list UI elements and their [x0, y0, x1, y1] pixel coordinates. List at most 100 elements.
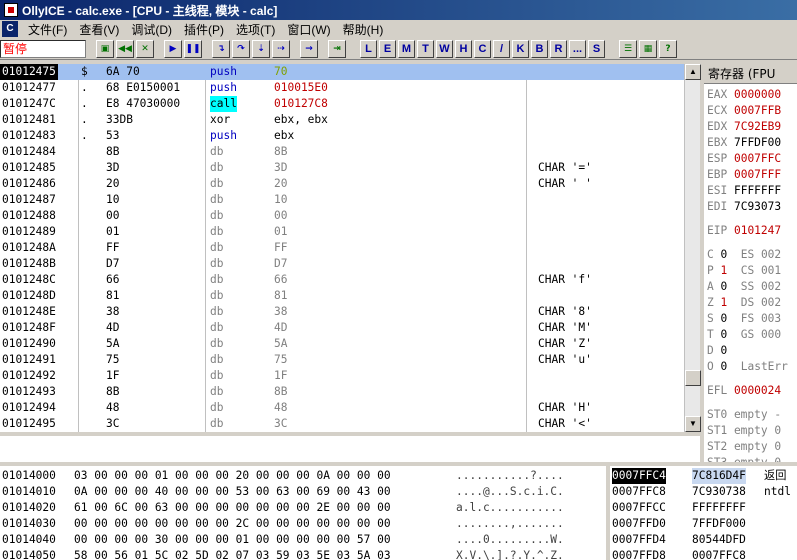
trace-into-icon[interactable]: ⇣ [252, 39, 270, 58]
disasm-row[interactable]: 01012475 $6A 70 push 70 [0, 64, 684, 80]
grid-icon[interactable]: ▦ [639, 39, 657, 58]
disasm-row[interactable]: 01012483. 53 push ebx [0, 128, 684, 144]
disasm-row[interactable]: 01012484 8B db 8B [0, 144, 684, 160]
dump-row[interactable]: 01014030 00 00 00 00 00 00 00 00 2C 00 00… [0, 516, 606, 532]
restart-icon[interactable]: ◀◀ [116, 39, 134, 58]
disasm-row[interactable]: 01012487 10 db 10 [0, 192, 684, 208]
dump-row[interactable]: 01014020 61 00 6C 00 63 00 00 00 00 00 00… [0, 500, 606, 516]
run-icon[interactable]: ▶ [164, 39, 182, 58]
disasm-row[interactable]: 01012488 00 db 00 [0, 208, 684, 224]
disasm-row[interactable]: 01012495 3C db 3C CHAR '<' [0, 416, 684, 432]
flag-row[interactable]: Z 1 DS 002 [707, 295, 781, 311]
register-row[interactable]: EIP 0101247 [707, 223, 781, 239]
step-into-icon[interactable]: ↴ [212, 39, 230, 58]
disassembly-pane[interactable]: 01012475 $6A 70 push 70 01012477. 68 E0150001… [0, 64, 684, 432]
stack-row[interactable]: 0007FFC4 7C816D4F 返回 [610, 468, 797, 484]
fpu-register-row[interactable]: ST2 empty 0 [707, 439, 781, 455]
step-over-icon[interactable]: ↷ [232, 39, 250, 58]
flag-row[interactable]: C 0 ES 002 [707, 247, 781, 263]
toolbar-cpu-button[interactable]: C [474, 39, 491, 58]
flag-row[interactable]: D 0 [707, 343, 741, 359]
dump-row[interactable]: 01014040 00 00 00 00 30 00 00 00 01 00 00… [0, 532, 606, 548]
flag-row[interactable]: A 0 SS 002 [707, 279, 781, 295]
toolbar-breakpoints-button[interactable]: B [531, 39, 548, 58]
toolbar-threads-button[interactable]: T [417, 39, 434, 58]
disasm-row[interactable]: 0101247C. E8 47030000 call 010127C8 [0, 96, 684, 112]
memory-dump-pane[interactable]: 01014000 03 00 00 00 01 00 00 00 20 00 00… [0, 466, 606, 560]
dump-row[interactable]: 01014050 58 00 56 01 5C 02 5D 02 07 03 59… [0, 548, 606, 560]
flag-row[interactable]: S 0 FS 003 [707, 311, 781, 327]
execute-till-return-icon[interactable]: → [300, 39, 318, 58]
disasm-row[interactable]: 01012481. 33DB xor ebx, ebx [0, 112, 684, 128]
scroll-down-icon[interactable]: ▼ [685, 416, 701, 432]
stack-row[interactable]: 0007FFD0 7FFDF000 [610, 516, 797, 532]
disasm-row[interactable]: 01012493 8B db 8B [0, 384, 684, 400]
toolbar-runtrace-button[interactable]: ... [569, 39, 586, 58]
disasm-row[interactable]: 0101248D 81 db 81 [0, 288, 684, 304]
register-row[interactable]: ESP 0007FFC [707, 151, 781, 167]
stack-row[interactable]: 0007FFC8 7C930738 ntdl [610, 484, 797, 500]
disasm-row[interactable]: 01012494 48 db 48 CHAR 'H' [0, 400, 684, 416]
stack-pane[interactable]: 0007FFC4 7C816D4F 返回 0007FFC8 7C930738 ntdl 00… [610, 466, 797, 560]
menu-options[interactable]: 选项(T) [230, 21, 281, 38]
toolbar-handles-button[interactable]: H [455, 39, 472, 58]
system-menu-icon[interactable]: C [2, 21, 18, 37]
flag-row[interactable]: P 1 CS 001 [707, 263, 781, 279]
fpu-register-row[interactable]: ST3 empty 0 [707, 455, 781, 462]
scroll-thumb[interactable] [685, 370, 701, 386]
trace-over-icon[interactable]: ⇢ [272, 39, 290, 58]
registers-pane[interactable]: 寄存器 (FPU EAX 0000000 ECX 0007FFB EDX 7C92E… [704, 64, 797, 462]
close-process-icon[interactable]: ✕ [136, 39, 154, 58]
toolbar-callstack-button[interactable]: K [512, 39, 529, 58]
disasm-row[interactable]: 01012477. 68 E0150001 push 010015E0 [0, 80, 684, 96]
fpu-register-row[interactable]: ST1 empty 0 [707, 423, 781, 439]
menu-help[interactable]: 帮助(H) [337, 21, 390, 38]
register-row[interactable]: EBX 7FFDF00 [707, 135, 781, 151]
toolbar-windows-button[interactable]: W [436, 39, 453, 58]
menu-debug[interactable]: 调试(D) [125, 21, 178, 38]
disasm-row[interactable]: 01012485 3D db 3D CHAR '=' [0, 160, 684, 176]
flag-row[interactable]: O 0 LastErr [707, 359, 788, 375]
menu-plugins[interactable]: 插件(P) [178, 21, 230, 38]
dump-row[interactable]: 01014000 03 00 00 00 01 00 00 00 20 00 00… [0, 468, 606, 484]
scroll-up-icon[interactable]: ▲ [685, 64, 701, 80]
disasm-row[interactable]: 01012491 75 db 75 CHAR 'u' [0, 352, 684, 368]
disasm-row[interactable]: 0101248F 4D db 4D CHAR 'M' [0, 320, 684, 336]
disasm-row[interactable]: 01012489 01 db 01 [0, 224, 684, 240]
flag-row[interactable]: T 0 GS 000 [707, 327, 781, 343]
menu-view[interactable]: 查看(V) [73, 21, 125, 38]
stack-row[interactable]: 0007FFD8 0007FFC8 [610, 548, 797, 560]
toolbar-patches-button[interactable]: / [493, 39, 510, 58]
toolbar-modules-button[interactable]: E [379, 39, 396, 58]
pause-icon[interactable]: ❚❚ [184, 39, 202, 58]
register-row[interactable]: EBP 0007FFF [707, 167, 781, 183]
stack-row[interactable]: 0007FFCC FFFFFFFF [610, 500, 797, 516]
disasm-row[interactable]: 0101248C 66 db 66 CHAR 'f' [0, 272, 684, 288]
disasm-row[interactable]: 0101248B D7 db D7 [0, 256, 684, 272]
registers-header[interactable]: 寄存器 (FPU [704, 64, 797, 84]
dump-row[interactable]: 01014010 0A 00 00 00 40 00 00 00 53 00 63… [0, 484, 606, 500]
disasm-row[interactable]: 01012490 5A db 5A CHAR 'Z' [0, 336, 684, 352]
disasm-row[interactable]: 01012486 20 db 20 CHAR ' ' [0, 176, 684, 192]
open-file-icon[interactable]: ▣ [96, 39, 114, 58]
register-row[interactable]: EFL 0000024 [707, 383, 781, 399]
menu-file[interactable]: 文件(F) [22, 21, 73, 38]
register-row[interactable]: EAX 0000000 [707, 87, 781, 103]
toolbar-log-button[interactable]: L [360, 39, 377, 58]
register-row[interactable]: EDX 7C92EB9 [707, 119, 781, 135]
toolbar-references-button[interactable]: R [550, 39, 567, 58]
toolbar-source-button[interactable]: S [588, 39, 605, 58]
register-row[interactable]: ECX 0007FFB [707, 103, 781, 119]
register-row[interactable]: EDI 7C93073 [707, 199, 781, 215]
disasm-row[interactable]: 0101248A FF db FF [0, 240, 684, 256]
disasm-row[interactable]: 01012492 1F db 1F [0, 368, 684, 384]
disassembly-scrollbar[interactable]: ▲ ▼ [684, 64, 701, 432]
register-row[interactable]: ESI FFFFFFF [707, 183, 781, 199]
stack-row[interactable]: 0007FFD4 80544DFD [610, 532, 797, 548]
disasm-row[interactable]: 0101248E 38 db 38 CHAR '8' [0, 304, 684, 320]
toolbar-memory-button[interactable]: M [398, 39, 415, 58]
menu-window[interactable]: 窗口(W) [281, 21, 336, 38]
list-icon[interactable]: ☰ [619, 39, 637, 58]
help-icon[interactable]: ? [659, 39, 677, 58]
goto-icon[interactable]: ⇥ [328, 39, 346, 58]
